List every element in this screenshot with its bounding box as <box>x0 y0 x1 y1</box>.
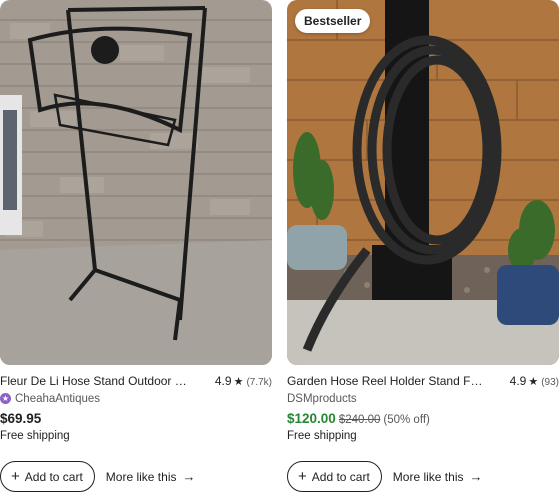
more-like-this-link[interactable]: More like this → <box>106 469 196 484</box>
add-to-cart-label: Add to cart <box>24 469 83 484</box>
review-count: (7.7k) <box>246 377 272 388</box>
star-icon: ★ <box>233 376 244 388</box>
rating-score: 4.9 <box>509 374 527 388</box>
more-like-this-link[interactable]: More like this → <box>393 469 483 484</box>
plus-icon: + <box>11 468 20 485</box>
plus-icon: + <box>298 468 307 485</box>
product-image[interactable] <box>0 0 272 365</box>
review-count: (93) <box>541 377 559 388</box>
star-icon: ★ <box>528 376 539 388</box>
more-like-this-label: More like this <box>392 469 464 484</box>
rating: 4.9 ★ (7.7k) <box>215 374 272 388</box>
original-price: $240.00 <box>338 414 381 426</box>
rating: 4.9 ★ (93) <box>510 374 559 388</box>
product-image[interactable]: Bestseller <box>287 0 559 365</box>
product-card-hose-reel-holder[interactable]: Bestseller Garden Hose Reel Holder Stand… <box>287 0 559 492</box>
product-title[interactable]: Garden Hose Reel Holder Stand Freestandi… <box>287 374 483 388</box>
more-like-this-label: More like this <box>105 469 177 484</box>
add-to-cart-button[interactable]: + Add to cart <box>0 461 95 492</box>
shop-name[interactable]: CheahaAntiques <box>15 393 100 405</box>
shop-name[interactable]: DSMproducts <box>287 393 357 405</box>
bestseller-badge: Bestseller <box>295 9 371 33</box>
hose-stand-photo <box>0 0 272 365</box>
rating-score: 4.9 <box>214 374 232 388</box>
arrow-right-icon: → <box>469 469 483 484</box>
product-title[interactable]: Fleur De Li Hose Stand Outdoor Garden Wa… <box>0 374 196 388</box>
add-to-cart-button[interactable]: + Add to cart <box>287 461 382 492</box>
sale-price: $120.00 <box>287 411 336 426</box>
shipping-label: Free shipping <box>287 430 357 442</box>
star-seller-icon: ★ <box>0 393 11 404</box>
arrow-right-icon: → <box>182 469 196 484</box>
hose-reel-photo <box>287 0 559 365</box>
product-card-hose-stand[interactable]: Fleur De Li Hose Stand Outdoor Garden Wa… <box>0 0 272 492</box>
discount-label: (50% off) <box>383 414 430 426</box>
shipping-label: Free shipping <box>0 430 70 442</box>
add-to-cart-label: Add to cart <box>311 469 370 484</box>
price: $69.95 <box>0 411 42 426</box>
